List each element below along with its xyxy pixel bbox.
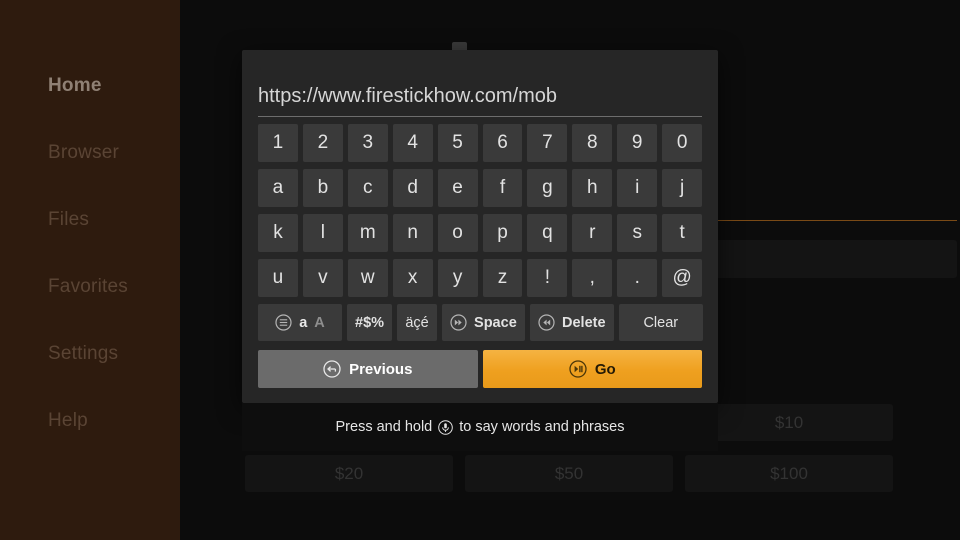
key-row: abcdefghij bbox=[258, 169, 703, 207]
key-n[interactable]: n bbox=[392, 214, 433, 252]
delete-key[interactable]: Delete bbox=[529, 304, 614, 341]
sidebar-item-label: Files bbox=[48, 209, 90, 230]
key-p[interactable]: p bbox=[482, 214, 523, 252]
sidebar-item-favorites[interactable]: Favorites bbox=[0, 253, 180, 320]
sidebar-item-label: Favorites bbox=[48, 276, 128, 297]
key-r[interactable]: r bbox=[572, 214, 613, 252]
case-toggle-key[interactable]: aA bbox=[258, 304, 342, 341]
key-d[interactable]: d bbox=[392, 169, 433, 207]
key-t[interactable]: t bbox=[662, 214, 703, 252]
sidebar-item-label: Help bbox=[48, 410, 88, 431]
donation-button-label: $20 bbox=[334, 463, 364, 483]
key-6[interactable]: 6 bbox=[482, 124, 523, 162]
donation-button[interactable]: $50 bbox=[465, 455, 673, 492]
sidebar-item-settings[interactable]: Settings bbox=[0, 320, 180, 387]
clear-key[interactable]: Clear bbox=[618, 304, 703, 341]
go-button[interactable]: Go bbox=[482, 350, 702, 388]
key-4[interactable]: 4 bbox=[392, 124, 433, 162]
sidebar-item-home[interactable]: Home bbox=[0, 52, 180, 119]
key-![interactable]: ! bbox=[527, 259, 568, 297]
key-row: klmnopqrst bbox=[258, 214, 703, 252]
key-2[interactable]: 2 bbox=[302, 124, 343, 162]
symbols-key[interactable]: #$% bbox=[347, 304, 393, 341]
url-input[interactable]: https://www.firestickhow.com/mob bbox=[258, 85, 702, 116]
sidebar-item-files[interactable]: Files bbox=[0, 186, 180, 253]
key-rows: 1 2 3 4 5 6 7 8 9 0 a b c d e f g h i j k l m n o p q r s t u v w x y z!,. @ bbox=[258, 124, 703, 297]
key-j[interactable]: j bbox=[662, 169, 703, 207]
key-x[interactable]: x bbox=[392, 259, 433, 297]
screen: HomeBrowserFilesFavoritesSettingsHelp u … bbox=[0, 0, 960, 540]
back-arrow-circle-icon bbox=[323, 360, 341, 378]
key-a[interactable]: a bbox=[258, 169, 298, 207]
function-key-row: aA #$% äçé Space Delete Clear bbox=[258, 304, 703, 341]
previous-button[interactable]: Previous bbox=[258, 350, 478, 388]
voice-hint-text-before: Press and hold bbox=[335, 419, 433, 435]
key-z[interactable]: z bbox=[482, 259, 523, 297]
play-pause-circle-icon bbox=[569, 360, 587, 378]
key-m[interactable]: m bbox=[347, 214, 388, 252]
key-k[interactable]: k bbox=[258, 214, 298, 252]
key-i[interactable]: i bbox=[617, 169, 658, 207]
go-button-label: Go bbox=[594, 360, 616, 378]
on-screen-keyboard: https://www.firestickhow.com/mob 1234567… bbox=[242, 50, 718, 403]
key-q[interactable]: q bbox=[527, 214, 568, 252]
key-h[interactable]: h bbox=[572, 169, 613, 207]
microphone-circle-icon bbox=[438, 419, 454, 435]
voice-hint-text-after: to say words and phrases bbox=[459, 419, 625, 435]
donation-button[interactable]: $100 bbox=[685, 455, 893, 492]
key-y[interactable]: y bbox=[437, 259, 478, 297]
key-c[interactable]: c bbox=[347, 169, 388, 207]
key-@[interactable]: @ bbox=[662, 259, 703, 297]
key-5[interactable]: 5 bbox=[437, 124, 478, 162]
sidebar-item-label: Settings bbox=[48, 343, 119, 364]
menu-circle-icon bbox=[275, 314, 292, 331]
key-9[interactable]: 9 bbox=[617, 124, 658, 162]
key-.[interactable]: . bbox=[617, 259, 658, 297]
space-key[interactable]: Space bbox=[442, 304, 525, 341]
key-s[interactable]: s bbox=[617, 214, 658, 252]
key-,[interactable]: , bbox=[572, 259, 613, 297]
key-3[interactable]: 3 bbox=[347, 124, 388, 162]
case-lower-label: a bbox=[299, 314, 308, 331]
sidebar-item-label: Home bbox=[48, 75, 102, 96]
dialog-action-row: Previous Go bbox=[258, 350, 702, 388]
key-o[interactable]: o bbox=[437, 214, 478, 252]
key-7[interactable]: 7 bbox=[527, 124, 568, 162]
key-f[interactable]: f bbox=[482, 169, 523, 207]
sidebar: Home Browser Files Favorites Settings Help bbox=[0, 0, 180, 540]
accents-key[interactable]: äçé bbox=[397, 304, 438, 341]
key-u[interactable]: u bbox=[258, 259, 298, 297]
key-8[interactable]: 8 bbox=[572, 124, 613, 162]
previous-button-label: Previous bbox=[349, 360, 413, 378]
key-g[interactable]: g bbox=[527, 169, 568, 207]
url-input-underline bbox=[258, 116, 702, 117]
sidebar-item-help[interactable]: Help bbox=[0, 387, 180, 454]
fast-forward-circle-icon bbox=[450, 314, 467, 331]
key-1[interactable]: 1 bbox=[258, 124, 298, 162]
key-row: u v w x y z!,. @ bbox=[258, 259, 703, 297]
sidebar-item-label: Browser bbox=[48, 142, 120, 163]
donation-button-label: $100 bbox=[770, 463, 808, 483]
space-key-label: Space bbox=[474, 314, 517, 331]
donation-button-label: $50 bbox=[554, 463, 584, 483]
rewind-circle-icon bbox=[538, 314, 555, 331]
key-b[interactable]: b bbox=[302, 169, 343, 207]
case-upper-label: A bbox=[314, 314, 325, 331]
key-e[interactable]: e bbox=[437, 169, 478, 207]
donation-button[interactable]: $20 bbox=[245, 455, 453, 492]
key-l[interactable]: l bbox=[302, 214, 343, 252]
sidebar-item-browser[interactable]: Browser bbox=[0, 119, 180, 186]
key-0[interactable]: 0 bbox=[662, 124, 703, 162]
delete-key-label: Delete bbox=[562, 314, 606, 331]
key-v[interactable]: v bbox=[302, 259, 343, 297]
url-input-container[interactable]: https://www.firestickhow.com/mob bbox=[258, 50, 702, 117]
donation-button-label: $10 bbox=[774, 412, 804, 432]
voice-hint-bar: Press and hold to say words and phrases bbox=[242, 403, 718, 451]
sidebar-menu: Home Browser Files Favorites Settings Help bbox=[0, 0, 180, 454]
key-w[interactable]: w bbox=[347, 259, 388, 297]
key-row: 1234567890 bbox=[258, 124, 703, 162]
